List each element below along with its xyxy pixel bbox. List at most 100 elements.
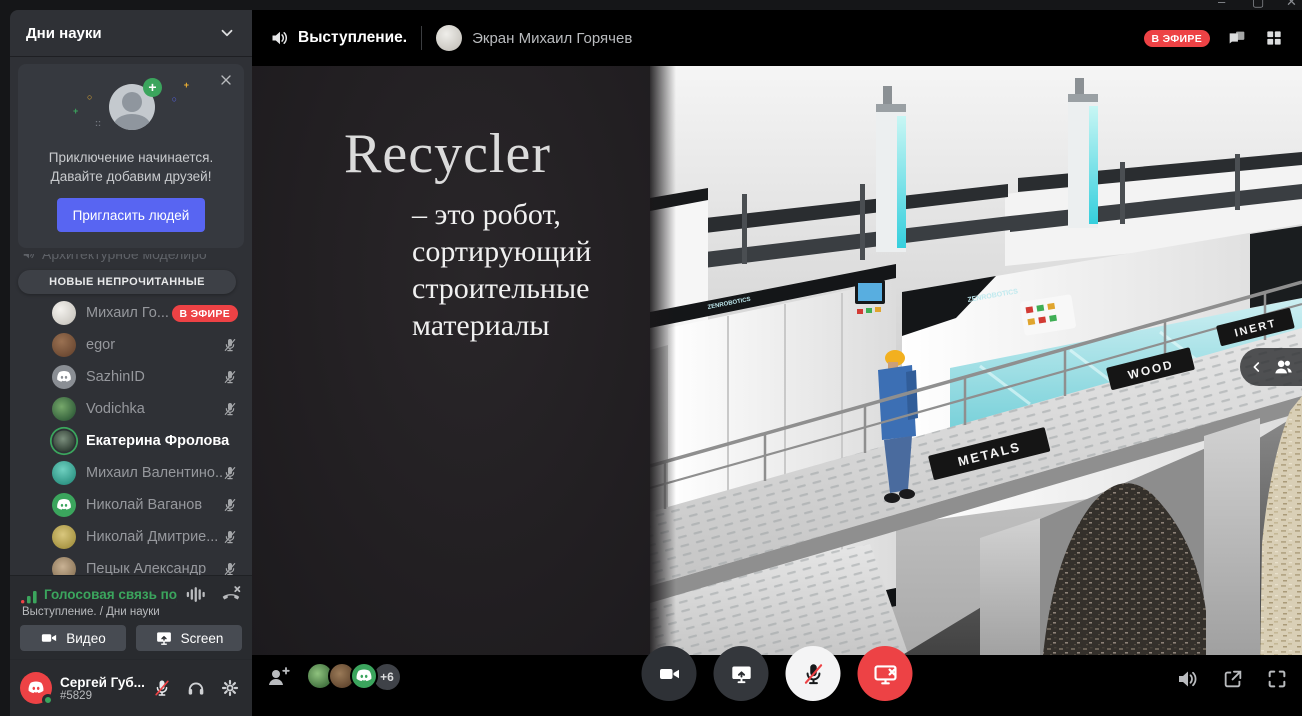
avatar [350,662,378,690]
camera-toggle-button[interactable] [642,646,697,701]
stream-title: Экран Михаил Горячев [472,30,632,47]
monitor-x-icon [872,661,898,687]
member-row[interactable]: Николай Дмитрие... [10,521,252,553]
noise-suppression-icon[interactable] [185,583,206,605]
mic-muted-icon [800,661,826,687]
user-discriminator: #5829 [60,690,150,702]
window-close-button[interactable]: ✕ [1286,0,1297,10]
close-icon[interactable] [218,72,234,88]
server-header[interactable]: Дни науки [10,10,252,56]
robot-tower-right [1068,78,1098,228]
stream-footer: +6 [252,655,1302,716]
voice-status-text: Голосовая связь подк [44,587,177,602]
member-row[interactable]: SazhinID [10,361,252,393]
server-name: Дни науки [26,25,102,42]
invite-people-button[interactable]: Пригласить людей [57,198,205,232]
connection-signal-icon [20,585,38,604]
stream-header: Выступление. Экран Михаил Горячев В ЭФИР… [252,10,1302,66]
camera-icon [40,629,58,647]
user-avatar[interactable] [20,672,52,704]
window-minimize-button[interactable]: – [1218,0,1225,10]
promo-line-2: Давайте добавим друзей! [28,167,234,186]
video-button[interactable]: Видео [20,625,126,651]
screen-share-icon [155,629,173,647]
invite-promo-card: + ○ :: ○ + + Приключение начинается. Дав… [18,64,244,248]
voice-connection-panel: Голосовая связь подк Выступление. / Дни … [10,575,252,659]
channel-list[interactable]: Архитектурное моделиро НОВЫЕ НЕПРОЧИТАНН… [10,252,252,575]
member-row[interactable]: Михаил Го... В ЭФИРЕ [10,297,252,329]
new-unread-divider[interactable]: НОВЫЕ НЕПРОЧИТАННЫЕ [18,270,236,294]
screen-share-toggle-button[interactable] [714,646,769,701]
camera-icon [657,662,681,686]
grid-view-icon[interactable] [1264,28,1284,48]
member-row[interactable]: egor [10,329,252,361]
mic-muted-icon [222,337,238,353]
participants-avatar-stack[interactable]: +6 [312,662,402,692]
robot-tower-left [876,86,906,252]
mic-muted-icon [222,561,238,575]
server-sidebar: Дни науки + ○ :: ○ + + Приключение начин… [10,10,252,716]
headphones-icon[interactable] [184,676,208,700]
avatar [52,493,76,517]
popout-windows-icon[interactable] [1226,27,1248,49]
window-maximize-button[interactable]: ▢ [1252,0,1264,10]
speaker-icon [22,254,36,261]
slide-body: – это робот, сортирующий строительные ма… [412,196,591,344]
live-badge: В ЭФИРЕ [1144,30,1210,47]
settings-gear-icon[interactable] [218,676,242,700]
member-row[interactable]: Михаил Валентино... [10,457,252,489]
add-friend-plus-icon: + [143,78,162,97]
invite-to-voice-icon[interactable] [266,665,290,689]
avatar [52,525,76,549]
member-row-speaking[interactable]: Екатерина Фролова [10,425,252,457]
avatar [52,333,76,357]
mic-muted-icon [222,401,238,417]
stream-channel-name: Выступление. [298,29,407,47]
avatar [52,301,76,325]
avatar [52,365,76,389]
chevron-down-icon [218,24,236,42]
members-people-icon [1272,356,1294,378]
mic-muted-icon [222,369,238,385]
current-username: Сергей Губ... [60,675,150,690]
live-badge: В ЭФИРЕ [172,305,238,322]
member-row[interactable]: Николай Ваганов [10,489,252,521]
channel-item-partial[interactable]: Архитектурное моделиро [10,254,252,267]
mic-muted-icon [222,529,238,545]
stream-volume-icon[interactable] [1176,667,1200,691]
slide-title: Recycler [344,122,551,186]
discord-app-window: – ▢ ✕ Дни науки + ○ :: ○ + + Приключение… [0,0,1302,716]
streamer-avatar [436,25,462,51]
fullscreen-icon[interactable] [1266,667,1288,691]
member-row[interactable]: Vodichka [10,393,252,425]
avatar [52,397,76,421]
divider [421,26,422,50]
screen-share-icon [729,662,753,686]
avatar [52,461,76,485]
user-panel: Сергей Губ... #5829 [10,659,252,716]
mic-muted-icon [222,465,238,481]
screen-share-button[interactable]: Screen [136,625,242,651]
shared-screen-video[interactable]: Recycler – это робот, сортирующий строит… [252,66,1302,665]
avatar [53,430,74,451]
recycler-3d-scene: ZENROBOTICS [650,66,1302,665]
speaker-icon [270,28,290,48]
mic-mute-button[interactable] [786,646,841,701]
stream-stage: Выступление. Экран Михаил Горячев В ЭФИР… [252,10,1302,716]
disconnect-call-icon[interactable] [220,583,242,605]
stop-watching-button[interactable] [858,646,913,701]
member-row[interactable]: Пецык Александр [10,553,252,575]
presentation-slide: Recycler – это робот, сортирующий строит… [252,66,650,665]
avatar [52,557,76,575]
chevron-left-icon [1249,359,1265,375]
slide-image-transition [650,66,676,665]
window-titlebar: – ▢ ✕ [0,0,1302,10]
mic-muted-icon[interactable] [150,676,174,700]
voice-location-text: Выступление. / Дни науки [22,606,242,618]
mic-muted-icon [222,497,238,513]
collapse-members-pill[interactable] [1240,348,1302,386]
promo-line-1: Приключение начинается. [28,148,234,167]
invite-illustration: + ○ :: ○ + + [71,78,191,140]
popout-stream-icon[interactable] [1222,667,1244,691]
online-status-dot [42,694,54,706]
